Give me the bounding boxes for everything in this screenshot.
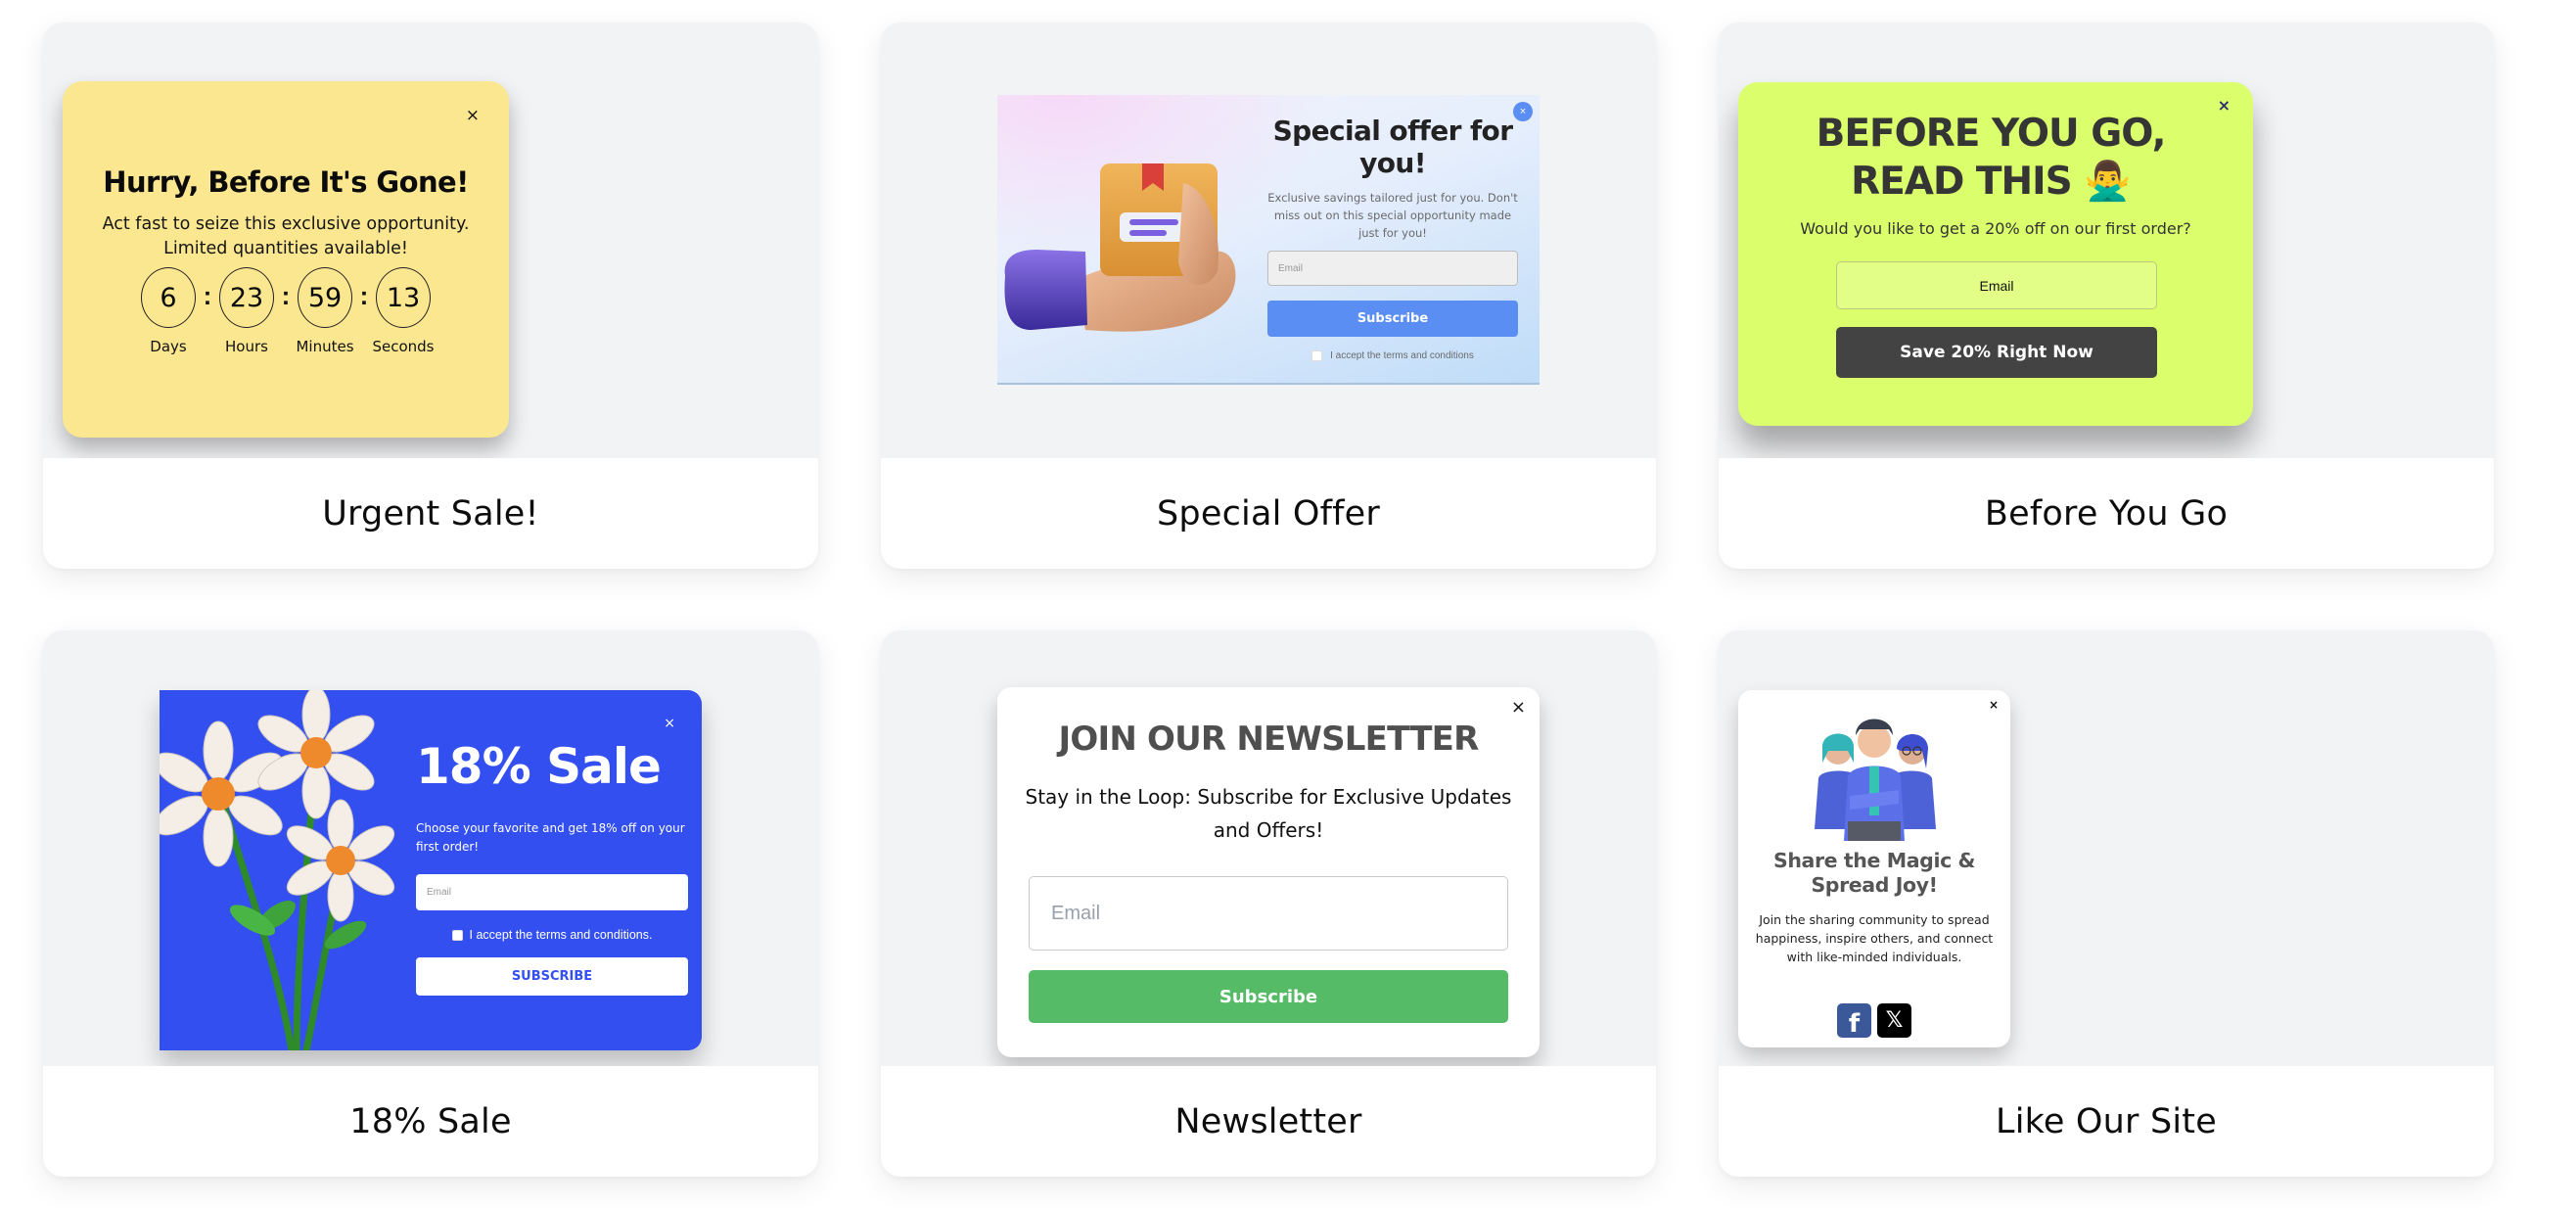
countdown-unit-label: Hours	[225, 338, 268, 355]
popup-title: Special offer for you!	[1272, 115, 1513, 179]
email-input[interactable]: Email	[1836, 261, 2157, 309]
popup-title: Hurry, Before It's Gone!	[103, 165, 469, 199]
template-card-newsletter[interactable]: × JOIN OUR NEWSLETTER Stay in the Loop: …	[881, 630, 1656, 1177]
popup-subtitle: Would you like to get a 20% off on our f…	[1800, 219, 2191, 238]
countdown-separator: :	[359, 281, 369, 310]
subscribe-button[interactable]: Subscribe	[1029, 970, 1508, 1023]
close-icon[interactable]: ×	[1989, 699, 1999, 711]
terms-label: I accept the terms and conditions.	[469, 928, 653, 942]
subscribe-button[interactable]: Subscribe	[1267, 301, 1518, 337]
popup-content: Special offer for you! Exclusive savings…	[1267, 115, 1518, 361]
email-input[interactable]: Email	[416, 874, 688, 910]
popup-subtitle: Choose your favorite and get 18% off on …	[416, 821, 685, 854]
popup-content: 18% Sale Choose your favorite and get 18…	[416, 737, 688, 996]
countdown-value: 59	[298, 267, 352, 328]
template-preview: × Share the Magic & Spread Joy! Join the…	[1719, 630, 2494, 1066]
countdown-unit-label: Minutes	[296, 338, 354, 355]
urgent-sale-popup: × Hurry, Before It's Gone! Act fast to s…	[63, 81, 509, 438]
countdown-separator: :	[281, 281, 291, 310]
countdown-timer: 6 Days : 23 Hours : 59 Minutes : 13 Seco…	[63, 267, 509, 355]
popup-subtitle: Join the sharing community to spread hap…	[1755, 912, 1994, 964]
subscribe-button[interactable]: SUBSCRIBE	[416, 957, 688, 996]
popup-subtitle: Act fast to seize this exclusive opportu…	[102, 214, 470, 258]
template-card-title: Special Offer	[1157, 493, 1380, 534]
terms-label: I accept the terms and conditions	[1330, 350, 1474, 361]
template-preview: × Hurry, Before It's Gone! Act fast to s…	[43, 23, 818, 458]
template-preview: × JOIN OUR NEWSLETTER Stay in the Loop: …	[881, 630, 1656, 1066]
terms-row: I accept the terms and conditions.	[416, 928, 688, 942]
template-card-title: 18% Sale	[349, 1101, 512, 1141]
before-you-go-popup: × BEFORE YOU GO, READ THIS 🙅‍♂️ Would yo…	[1738, 82, 2253, 426]
countdown-value: 6	[141, 267, 196, 328]
template-card-before-you-go[interactable]: × BEFORE YOU GO, READ THIS 🙅‍♂️ Would yo…	[1719, 23, 2494, 569]
template-preview: × BEFORE YOU GO, READ THIS 🙅‍♂️ Would yo…	[1719, 23, 2494, 458]
sale-18-popup: × 18% Sale Choose your favorite and get …	[160, 690, 702, 1050]
template-card-title: Before You Go	[1984, 493, 2229, 534]
countdown-separator: :	[203, 281, 212, 310]
like-our-site-popup: × Share the Magic & Spread Joy! Join the…	[1738, 690, 2010, 1047]
countdown-value: 23	[219, 267, 274, 328]
template-card-title: Like Our Site	[1996, 1101, 2217, 1141]
terms-checkbox[interactable]	[451, 929, 463, 941]
x-icon[interactable]: 𝕏	[1877, 1003, 1911, 1038]
daisy-flowers-illustration	[160, 690, 395, 1050]
terms-checkbox[interactable]	[1311, 350, 1323, 361]
countdown-minutes: 59 Minutes	[291, 267, 359, 355]
template-preview: × 18% Sale Choose your favorite and get …	[43, 630, 818, 1066]
email-input[interactable]: Email	[1029, 876, 1508, 951]
hand-holding-box-illustration	[1004, 163, 1236, 332]
terms-row: I accept the terms and conditions	[1267, 350, 1518, 361]
popup-subtitle: Exclusive savings tailored just for you.…	[1267, 191, 1518, 240]
team-of-people-illustration	[1815, 719, 1936, 841]
social-buttons: f 𝕏	[1738, 1003, 2010, 1039]
popup-title: BEFORE YOU GO, READ THIS 🙅‍♂️	[1816, 112, 2167, 204]
daisy-flower	[160, 720, 283, 867]
close-icon[interactable]: ×	[664, 717, 675, 730]
countdown-unit-label: Seconds	[372, 338, 435, 355]
countdown-value: 13	[376, 267, 431, 328]
template-card-18-sale[interactable]: × 18% Sale Choose your favorite and get …	[43, 630, 818, 1177]
template-card-like-our-site[interactable]: × Share the Magic & Spread Joy! Join the…	[1719, 630, 2494, 1177]
countdown-unit-label: Days	[150, 338, 187, 355]
close-icon[interactable]: ×	[1511, 699, 1526, 717]
popup-title: Share the Magic & Spread Joy!	[1772, 849, 1976, 897]
save-20-button[interactable]: Save 20% Right Now	[1836, 327, 2157, 378]
special-offer-popup: × Special offer for you! Exclusive savin…	[997, 95, 1540, 385]
popup-title: 18% Sale	[416, 738, 662, 795]
email-input[interactable]: Email	[1267, 251, 1518, 286]
template-card-special-offer[interactable]: × Special offer for you! Exclusive savin…	[881, 23, 1656, 569]
popup-title: JOIN OUR NEWSLETTER	[1058, 720, 1480, 759]
template-card-urgent-sale[interactable]: × Hurry, Before It's Gone! Act fast to s…	[43, 23, 818, 569]
countdown-hours: 23 Hours	[212, 267, 281, 355]
close-icon[interactable]: ×	[466, 108, 480, 124]
countdown-seconds: 13 Seconds	[369, 267, 437, 355]
newsletter-popup: × JOIN OUR NEWSLETTER Stay in the Loop: …	[997, 687, 1540, 1057]
facebook-icon[interactable]: f	[1837, 1003, 1871, 1039]
countdown-days: 6 Days	[134, 267, 203, 355]
template-card-title: Urgent Sale!	[322, 493, 539, 534]
template-preview: × Special offer for you! Exclusive savin…	[881, 23, 1656, 458]
template-card-title: Newsletter	[1174, 1101, 1362, 1141]
popup-subtitle: Stay in the Loop: Subscribe for Exclusiv…	[1025, 785, 1512, 842]
